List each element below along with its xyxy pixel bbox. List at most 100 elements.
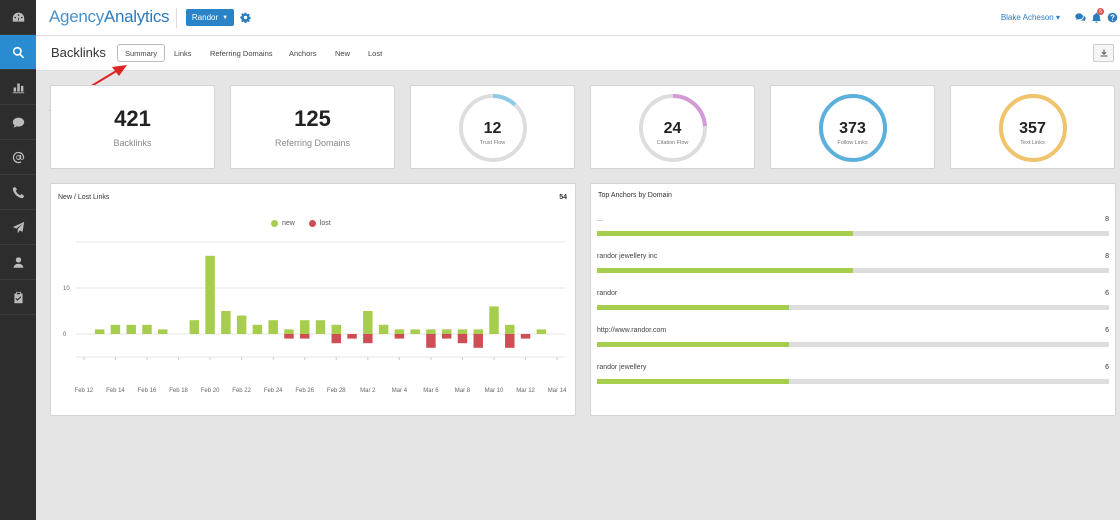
bar-new[interactable]: [158, 329, 168, 334]
sidebar-item-users[interactable]: [0, 245, 36, 280]
bar-new[interactable]: [426, 329, 436, 334]
sidebar-item-reports[interactable]: [0, 70, 36, 105]
citation-flow-gauge: 24 Citation Flow: [637, 92, 709, 164]
bar-new[interactable]: [221, 311, 231, 334]
x-tick-label: Feb 28: [327, 388, 346, 394]
citation-flow-card: 24 Citation Flow: [590, 85, 755, 169]
referring-domains-value: 125: [294, 106, 331, 131]
text-links-label: Text Links: [1020, 140, 1045, 146]
user-icon: [13, 256, 23, 268]
legend-item-new[interactable]: new: [271, 220, 295, 227]
chart-legend: new lost: [271, 220, 331, 227]
sidebar-item-tasks[interactable]: [0, 280, 36, 315]
anchor-row[interactable]: randor 6: [597, 290, 1109, 320]
search-icon: [12, 46, 24, 58]
help-icon[interactable]: [1107, 12, 1118, 23]
x-tick-label: Mar 6: [423, 388, 439, 394]
y-tick-label: 0: [63, 332, 67, 338]
anchor-label: randor jewellery: [597, 364, 647, 371]
anchor-count: 6: [1105, 290, 1109, 297]
bar-lost[interactable]: [473, 334, 483, 348]
divider: [176, 8, 177, 28]
tab-links[interactable]: Links: [167, 44, 199, 62]
tab-lost[interactable]: Lost: [361, 44, 389, 62]
tab-summary[interactable]: Summary: [117, 44, 166, 62]
tab-referring-domains[interactable]: Referring Domains: [203, 44, 280, 62]
panel-total: 54: [559, 194, 567, 201]
bar-lost[interactable]: [505, 334, 515, 348]
sidebar-item-campaigns[interactable]: [0, 210, 36, 245]
panel-title: New / Lost Links: [58, 194, 110, 201]
bar-lost[interactable]: [441, 334, 452, 339]
panel-title: Top Anchors by Domain: [598, 192, 672, 199]
bar-lost[interactable]: [426, 334, 436, 348]
bar-new[interactable]: [189, 320, 200, 334]
anchor-bar-track: [597, 379, 1109, 384]
bar-new[interactable]: [457, 329, 468, 334]
bar-new[interactable]: [473, 329, 483, 334]
bar-new[interactable]: [410, 329, 420, 334]
gear-icon[interactable]: [240, 12, 251, 23]
bar-new[interactable]: [299, 320, 310, 334]
sidebar-item-backlinks[interactable]: [0, 35, 36, 70]
legend-item-lost[interactable]: lost: [308, 220, 331, 227]
backlinks-value: 421: [114, 106, 151, 131]
bar-lost[interactable]: [284, 334, 294, 339]
bar-lost[interactable]: [347, 334, 357, 339]
caret-down-icon: ▼: [222, 14, 229, 21]
bar-lost[interactable]: [520, 334, 531, 339]
sidebar-item-dashboard[interactable]: [0, 0, 36, 35]
trust-flow-card: 12 Trust Flow: [410, 85, 575, 169]
bar-new[interactable]: [236, 315, 247, 334]
x-tick-label: Feb 20: [201, 388, 220, 394]
bar-new[interactable]: [205, 255, 215, 334]
legend-label: lost: [319, 220, 331, 227]
anchor-row[interactable]: ... 8: [597, 216, 1109, 246]
download-button[interactable]: [1093, 44, 1114, 62]
comment-icon: [12, 117, 24, 128]
bar-new[interactable]: [363, 311, 373, 334]
bar-new[interactable]: [441, 329, 452, 334]
x-tick-label: Feb 18: [169, 388, 188, 394]
bar-new[interactable]: [252, 324, 263, 334]
text-links-value: 357: [1019, 120, 1046, 137]
tab-new[interactable]: New: [328, 44, 357, 62]
user-menu[interactable]: Blake Acheson ▾: [1001, 13, 1060, 22]
bar-new[interactable]: [331, 324, 342, 334]
anchor-row[interactable]: http://www.randor.com 6: [597, 327, 1109, 357]
bar-lost[interactable]: [331, 334, 342, 344]
bar-lost[interactable]: [299, 334, 310, 339]
bar-new[interactable]: [378, 324, 389, 334]
bar-new[interactable]: [94, 329, 105, 334]
bar-lost[interactable]: [457, 334, 468, 344]
anchor-row[interactable]: randor jewellery inc 8: [597, 253, 1109, 283]
tab-anchors[interactable]: Anchors: [282, 44, 324, 62]
bar-new[interactable]: [489, 306, 499, 334]
bar-new[interactable]: [110, 324, 121, 334]
x-tick-label: Feb 16: [138, 388, 157, 394]
anchor-label: http://www.randor.com: [597, 327, 667, 334]
bar-new[interactable]: [284, 329, 294, 334]
bar-lost[interactable]: [394, 334, 405, 339]
bar-lost[interactable]: [363, 334, 373, 344]
anchor-bar-track: [597, 231, 1109, 236]
bar-new[interactable]: [536, 329, 547, 334]
bar-new[interactable]: [315, 320, 326, 334]
y-tick-label: 10: [63, 286, 70, 292]
bar-new[interactable]: [505, 324, 515, 334]
bar-new[interactable]: [142, 324, 152, 334]
bar-new[interactable]: [268, 320, 278, 334]
anchor-bar-track: [597, 305, 1109, 310]
chat-icon[interactable]: [1075, 12, 1086, 23]
bar-new[interactable]: [126, 324, 136, 334]
x-tick-label: Mar 2: [360, 388, 376, 394]
app-logo[interactable]: AgencyAnalytics: [49, 7, 170, 27]
bar-new[interactable]: [394, 329, 405, 334]
x-tick-label: Feb 26: [295, 388, 314, 394]
anchor-row[interactable]: randor jewellery 6: [597, 364, 1109, 394]
client-selector-button[interactable]: Randor ▼: [186, 9, 234, 26]
sidebar-item-mentions[interactable]: [0, 140, 36, 175]
x-tick-label: Mar 14: [548, 388, 567, 394]
sidebar-item-calls[interactable]: [0, 175, 36, 210]
sidebar-item-messages[interactable]: [0, 105, 36, 140]
